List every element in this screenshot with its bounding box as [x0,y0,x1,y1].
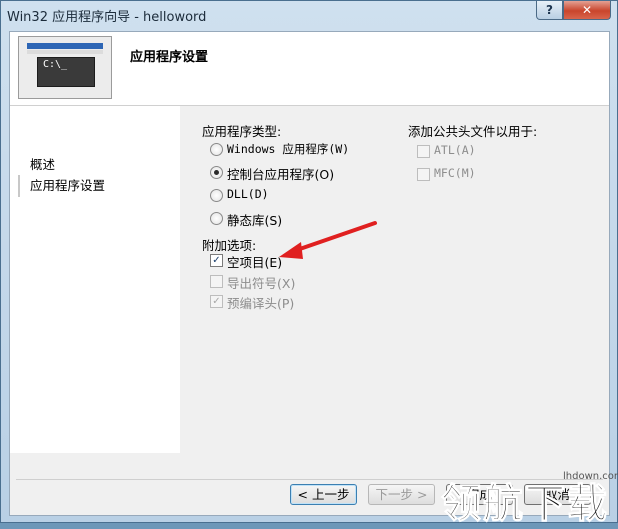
checkbox-atl-label: ATL(A) [434,143,476,157]
checkbox-mfc-label: MFC(M) [434,166,476,180]
radio-dll[interactable] [210,189,223,202]
nav-item-overview[interactable]: 概述 [30,154,55,173]
page-title: 应用程序设置 [130,50,209,65]
wizard-window: Win32 应用程序向导 - helloword ? ✕ C:\_ 应用程序设置… [0,0,618,528]
checkbox-empty-project-label[interactable]: 空项目(E) [227,252,282,271]
wizard-nav: 概述 应用程序设置 [10,106,180,453]
nav-item-app-settings[interactable]: 应用程序设置 [18,175,178,197]
app-type-label: 应用程序类型: [202,124,282,139]
watermark-url: lhdown.com [563,471,618,482]
radio-console-app[interactable] [210,166,223,179]
close-button[interactable]: ✕ [563,1,611,20]
help-icon: ? [546,3,553,17]
wizard-banner-image: C:\_ [18,36,112,99]
checkbox-empty-project[interactable]: ✓ [210,254,223,267]
checkbox-atl [417,145,430,158]
wizard-header: C:\_ 应用程序设置 [10,32,609,106]
window-title: Win32 应用程序向导 - helloword [7,10,207,25]
banner-titlebar [27,43,103,49]
next-button: 下一步 > [368,484,435,505]
prev-button[interactable]: < 上一步 [290,484,357,505]
banner-menubar [27,50,103,54]
radio-console-app-label[interactable]: 控制台应用程序(O) [227,164,334,183]
radio-windows-app-label[interactable]: Windows 应用程序(W) [227,141,349,157]
common-headers-label: 添加公共头文件以用于: [408,124,538,139]
wizard-client: C:\_ 应用程序设置 概述 应用程序设置 应用程序类型: Windows 应用… [9,31,610,516]
checkbox-export-symbols-label: 导出符号(X) [227,276,296,291]
checkbox-precompiled-header-label: 预编译头(P) [227,296,295,311]
title-bar: Win32 应用程序向导 - helloword ? ✕ [1,1,617,28]
radio-dll-label[interactable]: DLL(D) [227,187,269,201]
checkbox-mfc [417,168,430,181]
console-icon: C:\_ [37,57,95,87]
help-button[interactable]: ? [536,1,563,20]
close-icon: ✕ [581,3,593,17]
checkbox-precompiled-header: ✓ [210,295,223,308]
radio-static-lib-label[interactable]: 静态库(S) [227,210,282,229]
radio-static-lib[interactable] [210,212,223,225]
radio-windows-app[interactable] [210,143,223,156]
checkbox-export-symbols [210,275,223,288]
